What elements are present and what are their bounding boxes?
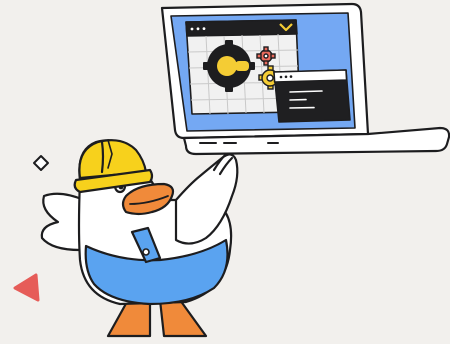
terminal-window-icon <box>273 69 351 123</box>
sparkle-diamond-icon <box>33 155 49 171</box>
duck-feet <box>106 298 208 338</box>
illustration-scene <box>0 0 450 344</box>
triangle-icon <box>13 273 40 302</box>
illustration-canvas <box>13 2 450 338</box>
duck-left-wing <box>40 192 86 252</box>
